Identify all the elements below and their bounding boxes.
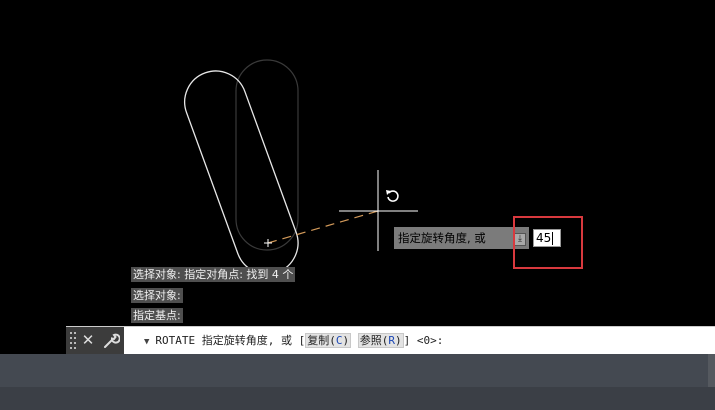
status-bar	[0, 354, 715, 387]
grip-icon[interactable]	[70, 332, 76, 349]
option-copy-key: C	[335, 334, 343, 347]
history-line-2: 选择对象:	[131, 288, 183, 303]
scrollbar[interactable]	[708, 354, 715, 387]
drawing-canvas[interactable]	[0, 0, 715, 326]
layout-tabs-bar	[0, 387, 715, 410]
command-prompt[interactable]: ▼ ROTATE 指定旋转角度, 或 [复制(C) 参照(R)] <0>:	[144, 327, 443, 354]
dynamic-input-prompt: 指定旋转角度, 或	[394, 227, 529, 249]
close-bracket: ]	[403, 334, 411, 347]
command-line-tools: ✕	[66, 327, 124, 354]
wrench-icon[interactable]	[102, 332, 121, 350]
option-reference-key: R	[388, 334, 396, 347]
option-reference[interactable]: 参照(R)	[357, 333, 404, 348]
chevron-down-icon[interactable]: ▼	[144, 337, 149, 347]
rotate-cursor-icon	[386, 190, 399, 202]
close-icon[interactable]: ✕	[80, 330, 96, 350]
history-line-3: 指定基点:	[131, 308, 183, 323]
history-line-1: 选择对象: 指定对角点: 找到 4 个	[131, 267, 296, 282]
base-point-marker	[264, 239, 272, 247]
highlight-box	[513, 216, 583, 269]
rotated-slot-shape	[184, 70, 299, 275]
command-line-bar: ✕ ▼ ROTATE 指定旋转角度, 或 [复制(C) 参照(R)] <0>:	[66, 326, 715, 354]
option-reference-label: 参照	[359, 334, 382, 347]
rubberband-line	[267, 210, 379, 244]
command-prompt-text: 指定旋转角度, 或	[201, 334, 293, 347]
default-value: <0>:	[416, 334, 444, 347]
option-copy-label: 复制	[307, 334, 330, 347]
command-name: ROTATE	[155, 334, 196, 347]
original-slot-shape	[235, 59, 299, 251]
option-copy[interactable]: 复制(C)	[305, 333, 352, 348]
